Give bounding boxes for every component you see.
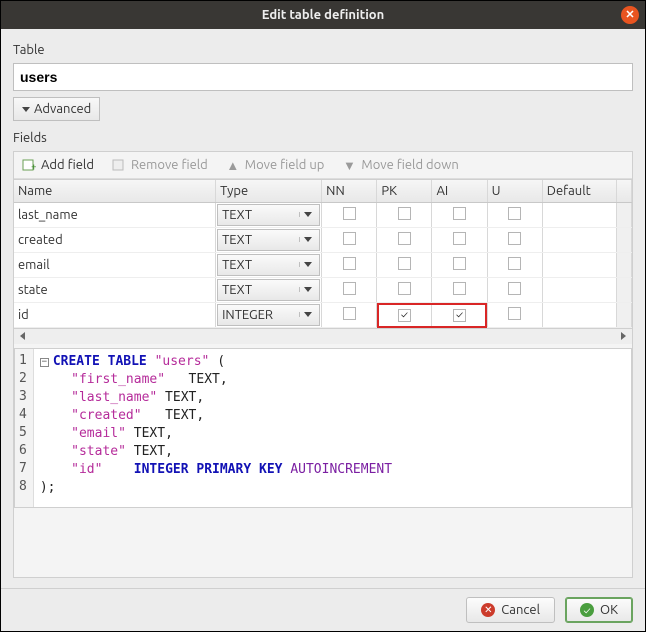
remove-icon	[112, 158, 126, 172]
arrow-down-icon: ▼	[342, 158, 356, 172]
u-checkbox[interactable]	[508, 232, 521, 245]
dialog-content: Table Advanced Fields + Add field Re	[1, 29, 645, 588]
field-name-cell[interactable]: last_name	[14, 202, 216, 227]
nn-checkbox[interactable]	[343, 232, 356, 245]
type-value: TEXT	[222, 283, 252, 297]
type-value: TEXT	[222, 258, 252, 272]
close-icon[interactable]: ✕	[621, 6, 639, 24]
add-field-button[interactable]: + Add field	[22, 158, 94, 172]
u-checkbox[interactable]	[508, 257, 521, 270]
col-name[interactable]: Name	[14, 180, 216, 202]
col-nn[interactable]: NN	[322, 180, 377, 202]
default-cell[interactable]	[542, 302, 616, 327]
type-select[interactable]: TEXT	[217, 279, 320, 301]
ok-label: OK	[600, 603, 618, 617]
chevron-down-icon	[22, 107, 30, 112]
table-row[interactable]: created TEXT	[14, 227, 632, 252]
table-row[interactable]: state TEXT	[14, 277, 632, 302]
svg-text:+: +	[31, 161, 36, 172]
type-value: INTEGER	[222, 308, 273, 322]
titlebar: Edit table definition ✕	[1, 1, 645, 29]
fields-toolbar: + Add field Remove field ▲ Move field up…	[14, 152, 632, 179]
dialog-window: Edit table definition ✕ Table Advanced F…	[0, 0, 646, 632]
default-cell[interactable]	[542, 252, 616, 277]
ok-icon: ✓	[580, 603, 594, 617]
fields-label: Fields	[13, 131, 633, 145]
remove-field-label: Remove field	[131, 158, 208, 172]
scroll-right-icon[interactable]	[621, 332, 626, 340]
pk-checkbox[interactable]	[398, 207, 411, 220]
remove-field-button: Remove field	[112, 158, 208, 172]
grid-header-row: Name Type NN PK AI U Default	[14, 180, 632, 202]
ai-checkbox[interactable]	[453, 257, 466, 270]
field-name-cell[interactable]: id	[14, 302, 216, 327]
col-default[interactable]: Default	[542, 180, 616, 202]
add-icon: +	[22, 158, 36, 172]
nn-checkbox[interactable]	[343, 257, 356, 270]
cancel-label: Cancel	[501, 603, 540, 617]
ai-checkbox[interactable]	[453, 309, 466, 322]
pk-checkbox[interactable]	[398, 257, 411, 270]
sql-gutter: 12345678	[15, 349, 34, 507]
fields-grid: Name Type NN PK AI U Default last_name T…	[14, 179, 632, 328]
u-checkbox[interactable]	[508, 207, 521, 220]
nn-checkbox[interactable]	[343, 307, 356, 320]
ok-button[interactable]: ✓ OK	[565, 597, 633, 623]
window-title: Edit table definition	[262, 8, 385, 22]
field-name-cell[interactable]: state	[14, 277, 216, 302]
nn-checkbox[interactable]	[343, 282, 356, 295]
type-value: TEXT	[222, 208, 252, 222]
col-ai[interactable]: AI	[432, 180, 487, 202]
field-name-cell[interactable]: email	[14, 252, 216, 277]
default-cell[interactable]	[542, 202, 616, 227]
dialog-footer: ✕ Cancel ✓ OK	[1, 588, 645, 631]
table-label: Table	[13, 43, 633, 57]
move-down-label: Move field down	[361, 158, 458, 172]
table-row[interactable]: last_name TEXT	[14, 202, 632, 227]
move-field-up-button: ▲ Move field up	[226, 158, 325, 172]
ai-checkbox[interactable]	[453, 207, 466, 220]
type-select[interactable]: INTEGER	[217, 304, 320, 326]
chevron-down-icon[interactable]	[299, 262, 315, 267]
sql-preview[interactable]: 12345678 −CREATE TABLE "users" ( "first_…	[14, 348, 632, 508]
sql-code[interactable]: −CREATE TABLE "users" ( "first_name" TEX…	[34, 349, 398, 507]
advanced-toggle[interactable]: Advanced	[13, 97, 100, 121]
add-field-label: Add field	[41, 158, 94, 172]
nn-checkbox[interactable]	[343, 207, 356, 220]
col-u[interactable]: U	[487, 180, 542, 202]
table-row[interactable]: email TEXT	[14, 252, 632, 277]
vertical-scrollbar[interactable]	[617, 180, 632, 202]
col-pk[interactable]: PK	[377, 180, 432, 202]
chevron-down-icon[interactable]	[299, 287, 315, 292]
scroll-left-icon[interactable]	[20, 332, 25, 340]
cancel-button[interactable]: ✕ Cancel	[466, 597, 555, 623]
ai-checkbox[interactable]	[453, 232, 466, 245]
horizontal-scrollbar[interactable]	[14, 328, 632, 344]
pk-checkbox[interactable]	[398, 309, 411, 322]
field-name-cell[interactable]: created	[14, 227, 216, 252]
fields-panel: + Add field Remove field ▲ Move field up…	[13, 151, 633, 578]
col-type[interactable]: Type	[216, 180, 322, 202]
move-up-label: Move field up	[245, 158, 325, 172]
ai-checkbox[interactable]	[453, 282, 466, 295]
default-cell[interactable]	[542, 277, 616, 302]
pk-checkbox[interactable]	[398, 282, 411, 295]
chevron-down-icon[interactable]	[299, 312, 315, 317]
u-checkbox[interactable]	[508, 282, 521, 295]
type-value: TEXT	[222, 233, 252, 247]
chevron-down-icon[interactable]	[299, 237, 315, 242]
arrow-up-icon: ▲	[226, 158, 240, 172]
chevron-down-icon[interactable]	[299, 212, 315, 217]
pk-checkbox[interactable]	[398, 232, 411, 245]
type-select[interactable]: TEXT	[217, 229, 320, 251]
u-checkbox[interactable]	[508, 307, 521, 320]
move-field-down-button: ▼ Move field down	[342, 158, 458, 172]
type-select[interactable]: TEXT	[217, 204, 320, 226]
type-select[interactable]: TEXT	[217, 254, 320, 276]
cancel-icon: ✕	[481, 603, 495, 617]
table-row[interactable]: id INTEGER	[14, 302, 632, 327]
default-cell[interactable]	[542, 227, 616, 252]
advanced-label: Advanced	[34, 102, 91, 116]
table-name-input[interactable]	[13, 63, 633, 91]
